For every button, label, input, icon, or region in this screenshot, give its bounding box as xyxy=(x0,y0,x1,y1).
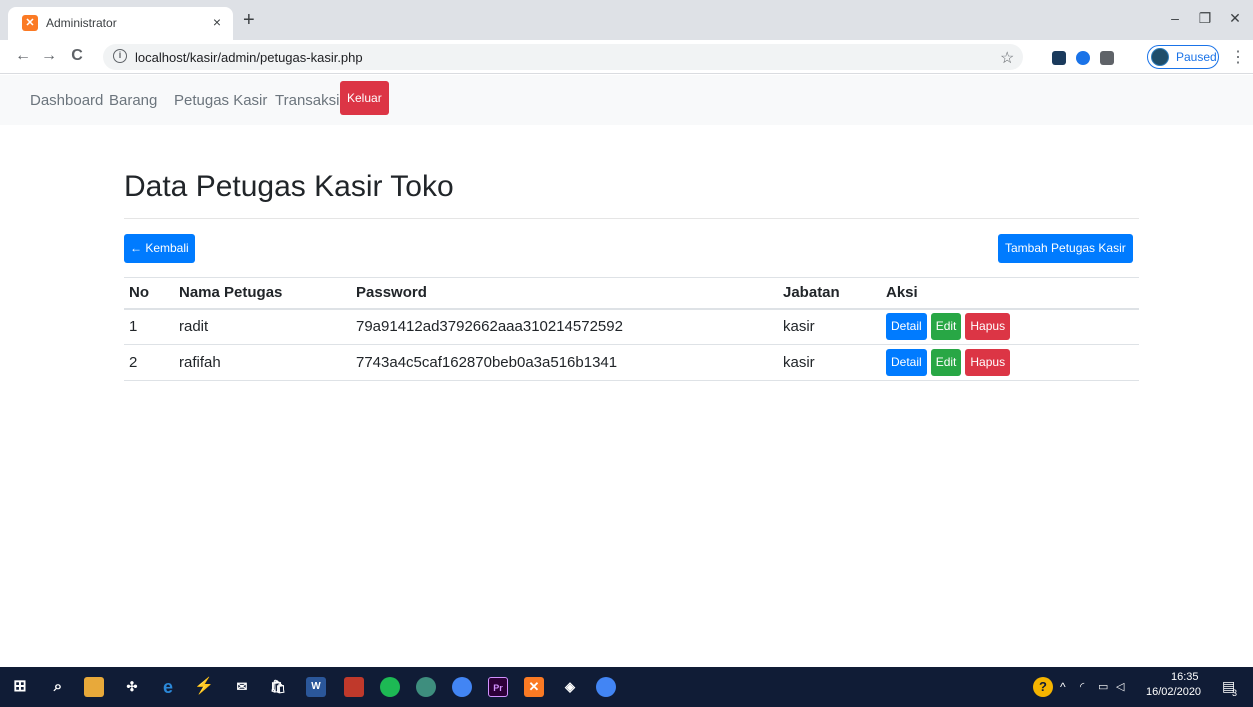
extension-search-icon[interactable] xyxy=(1076,51,1090,65)
cell-password: 7743a4c5caf162870beb0a3a516b1341 xyxy=(356,354,618,371)
cell-no: 2 xyxy=(129,354,138,371)
restore-button[interactable]: ❐ xyxy=(1195,10,1215,27)
table-row: 1 radit 79a91412ad3792662aaa310214572592… xyxy=(124,309,1139,345)
browser-tab-administrator[interactable]: ✕ Administrator × xyxy=(8,7,233,40)
cell-actions: Detail Edit Hapus xyxy=(881,309,1139,345)
volume-icon[interactable]: ◁ xyxy=(1116,680,1124,693)
cell-password: 79a91412ad3792662aaa310214572592 xyxy=(356,318,623,336)
tab-close-icon[interactable]: × xyxy=(213,14,221,30)
site-info-icon[interactable]: i xyxy=(113,49,127,63)
profile-button[interactable]: Paused xyxy=(1147,45,1219,69)
chrome-active-icon[interactable] xyxy=(596,677,616,697)
internet-explorer-icon[interactable]: e xyxy=(158,677,178,697)
page-title: Data Petugas Kasir Toko xyxy=(124,170,454,203)
notification-count: 3 xyxy=(1232,688,1238,698)
app-icon[interactable]: ⚡ xyxy=(194,677,214,697)
column-header-no: No xyxy=(129,284,149,302)
clock-date[interactable]: 16/02/2020 xyxy=(1146,686,1201,698)
column-header-password: Password xyxy=(356,284,427,302)
delete-button[interactable]: Hapus xyxy=(965,349,1011,376)
table-header-row: No Nama Petugas Password Jabatan Aksi xyxy=(124,277,1139,309)
nav-link-dashboard[interactable]: Dashboard xyxy=(30,92,103,109)
file-explorer-icon[interactable] xyxy=(84,677,104,697)
store-icon[interactable]: 🛍 xyxy=(268,677,288,697)
edit-button[interactable]: Edit xyxy=(930,349,962,376)
word-icon[interactable]: W xyxy=(306,677,326,697)
url-text[interactable]: localhost/kasir/admin/petugas-kasir.php xyxy=(135,50,363,65)
detail-button[interactable]: Detail xyxy=(886,349,927,376)
close-window-button[interactable]: ✕ xyxy=(1225,10,1245,27)
cell-jabatan: kasir xyxy=(783,318,815,336)
windows-start-icon[interactable]: ⊞ xyxy=(10,677,30,697)
column-header-nama: Nama Petugas xyxy=(179,284,283,302)
forward-arrow-icon[interactable]: → xyxy=(40,47,58,65)
virtualbox-icon[interactable]: ◈ xyxy=(560,677,580,697)
xampp-favicon-icon: ✕ xyxy=(22,15,38,31)
windows-taskbar: ⊞ ⌕ ✣ e ⚡ ✉ 🛍 W Pr ✕ ◈ ? ^ ◜ ▭ ◁ 16:35 1… xyxy=(0,667,1253,707)
add-cashier-button[interactable]: Tambah Petugas Kasir xyxy=(998,234,1133,263)
cell-no: 1 xyxy=(129,318,138,336)
spotify-icon[interactable] xyxy=(380,677,400,697)
page-navbar: Dashboard Barang Petugas Kasir Transaksi… xyxy=(0,75,1253,125)
logout-button[interactable]: Keluar xyxy=(340,81,389,115)
bookmark-star-icon[interactable]: ☆ xyxy=(1000,48,1014,68)
browser-toolbar: ← → C i localhost/kasir/admin/petugas-ka… xyxy=(0,40,1253,74)
title-divider xyxy=(124,218,1139,219)
extension-chat-icon[interactable] xyxy=(1100,51,1114,65)
edit-button[interactable]: Edit xyxy=(930,313,962,341)
nav-link-petugas-kasir[interactable]: Petugas Kasir xyxy=(174,92,267,109)
nav-link-barang[interactable]: Barang xyxy=(109,92,157,109)
cashier-table: No Nama Petugas Password Jabatan Aksi 1 … xyxy=(124,277,1139,381)
chrome-icon[interactable] xyxy=(452,677,472,697)
browser-menu-icon[interactable]: ⋮ xyxy=(1230,47,1246,67)
mail-icon[interactable]: ✉ xyxy=(232,677,252,697)
cell-jabatan: kasir xyxy=(783,354,815,371)
profile-label: Paused xyxy=(1176,50,1217,64)
column-header-jabatan: Jabatan xyxy=(783,284,840,302)
address-bar[interactable]: i localhost/kasir/admin/petugas-kasir.ph… xyxy=(103,44,1023,70)
minimize-button[interactable]: – xyxy=(1165,10,1185,26)
detail-button[interactable]: Detail xyxy=(886,313,927,341)
dropbox-icon[interactable]: ✣ xyxy=(122,677,142,697)
xampp-icon[interactable]: ✕ xyxy=(524,677,544,697)
extension-icon[interactable] xyxy=(1052,51,1066,65)
avatar xyxy=(1151,48,1169,66)
table-row: 2 rafifah 7743a4c5caf162870beb0a3a516b13… xyxy=(124,345,1139,381)
back-button[interactable]: ← Kembali xyxy=(124,234,195,263)
app-circle-icon[interactable] xyxy=(416,677,436,697)
column-header-aksi: Aksi xyxy=(886,284,918,302)
clock-time[interactable]: 16:35 xyxy=(1171,671,1199,683)
new-tab-button[interactable]: + xyxy=(243,10,255,30)
cell-nama: radit xyxy=(179,318,209,336)
app-red-icon[interactable] xyxy=(344,677,364,697)
nav-link-transaksi[interactable]: Transaksi xyxy=(275,92,339,109)
browser-tab-strip: ✕ Administrator × + – ❐ ✕ xyxy=(0,0,1253,40)
back-arrow-icon[interactable]: ← xyxy=(14,47,32,65)
wifi-icon[interactable]: ◜ xyxy=(1080,680,1084,693)
search-icon[interactable]: ⌕ xyxy=(48,677,68,697)
delete-button[interactable]: Hapus xyxy=(965,313,1011,341)
cell-actions: Detail Edit Hapus xyxy=(881,345,1139,381)
battery-icon[interactable]: ▭ xyxy=(1098,680,1108,693)
premiere-icon[interactable]: Pr xyxy=(488,677,508,697)
reload-icon[interactable]: C xyxy=(68,47,86,65)
tray-chevron-icon[interactable]: ^ xyxy=(1060,680,1066,694)
help-icon[interactable]: ? xyxy=(1033,677,1053,697)
tab-title: Administrator xyxy=(46,16,117,30)
cell-nama: rafifah xyxy=(179,354,221,371)
